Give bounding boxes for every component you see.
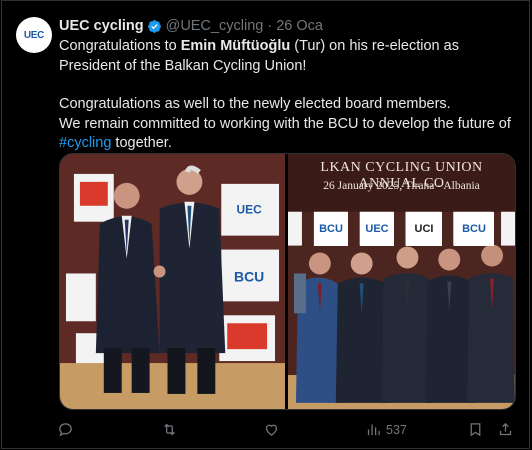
like-button[interactable] — [263, 421, 280, 438]
photo-left[interactable]: UEC BCU — [60, 154, 285, 409]
heart-icon — [265, 424, 278, 436]
text-segment: Congratulations to — [59, 38, 181, 54]
bcu-logo-panel-2: BCU — [454, 212, 494, 246]
analytics-icon — [367, 424, 380, 436]
backdrop-wall-illustration: UEC BCU — [60, 154, 285, 409]
svg-text:UEC: UEC — [237, 203, 263, 217]
bcu-logo-panel: BCU — [314, 212, 348, 246]
mention-name: Emin Müftüoğlu — [180, 38, 291, 54]
tweet-paragraph-1: Congratulations to Emin Müftüoğlu (Tur) … — [59, 37, 521, 76]
tweet-action-bar: 537 — [57, 421, 517, 441]
hashtag-link[interactable]: #cycling — [59, 135, 111, 151]
tweet-date[interactable]: 26 Oca — [276, 18, 323, 34]
separator-dot: · — [267, 18, 273, 34]
account-handle[interactable]: @UEC_cycling — [166, 18, 264, 34]
tweet-paragraph-2: Congratulations as well to the newly ele… — [59, 96, 451, 112]
bookmark-button[interactable] — [467, 421, 484, 438]
share-button[interactable] — [497, 421, 514, 438]
uci-logo-panel: UCI — [406, 212, 442, 246]
verified-badge-icon — [147, 19, 161, 33]
retweet-button[interactable] — [161, 421, 178, 438]
tweet-card[interactable]: UEC UEC cycling @UEC_cycling · 26 Oca Co… — [1, 0, 530, 449]
reply-button[interactable] — [57, 421, 74, 438]
share-icon — [499, 422, 512, 436]
views-count: 537 — [386, 422, 407, 437]
avatar[interactable]: UEC — [16, 17, 52, 53]
media-gallery[interactable]: UEC BCU LKAN CYCLING UNION ANNUAL CO 26 … — [59, 153, 516, 410]
views-button[interactable]: 537 — [365, 421, 407, 438]
retweet-icon — [164, 423, 175, 436]
tweet-paragraph-3: We remain committed to working with the … — [59, 115, 521, 154]
uec-logo-panel: UEC — [360, 212, 394, 246]
tweet-body: Congratulations to Emin Müftüoğlu (Tur) … — [59, 37, 521, 154]
avatar-logo-text: UEC — [23, 29, 45, 41]
group-photo-illustration — [288, 154, 515, 409]
bookmark-icon — [470, 423, 481, 437]
svg-text:BCU: BCU — [234, 268, 264, 284]
text-segment: together. — [111, 135, 172, 151]
account-name[interactable]: UEC cycling — [59, 18, 144, 34]
reply-icon — [59, 423, 72, 437]
event-banner-subtitle: 26 January 2025, Tirana - Albania — [323, 180, 480, 192]
tweet-header: UEC cycling @UEC_cycling · 26 Oca — [59, 16, 323, 36]
text-segment: We remain committed to working with the … — [59, 115, 511, 132]
photo-right[interactable]: LKAN CYCLING UNION ANNUAL CO 26 January … — [288, 154, 515, 409]
